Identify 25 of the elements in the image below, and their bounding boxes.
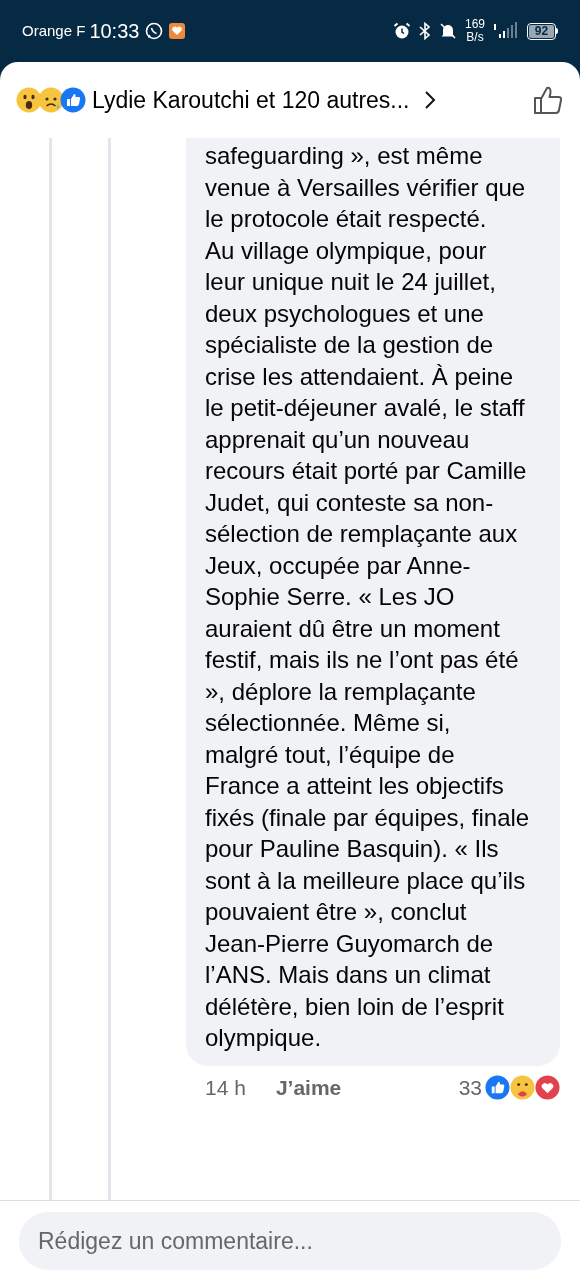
sad-emoji-icon bbox=[38, 87, 64, 113]
network-speed-unit: B/s bbox=[466, 31, 484, 44]
comment-time: 14 h bbox=[205, 1074, 246, 1101]
reaction-count: 33 bbox=[458, 1074, 482, 1101]
comment-paragraph: Au village olympique, pour leur unique nuit le 24 juillet, deux psychologues et une spécialiste de la gestion de crise les attendaient. À peine le petit-déjeuner avalé, le staff apprenait qu’un nouveau recours était porté par Camille Judet, qui conteste sa non-sélection de remplaçante aux Jeux, occupée par Anne-Sophie Serre. « Les JO auraient dû être un moment festif, mais ils ne l’ont pas été », déplore la remplaçante sélectionnée. Même si, malgré tout, l’équipe de France a atteint les objectifs fixés (finale par équipes, finale pour Pauline Basquin). « Ils sont à la meilleure place qu’ils pouvaient être », conclut Jean-Pierre Guyomarch de l’ANS. Mais dans un climat délétère, bien loin de l’esprit olympique. bbox=[205, 235, 530, 1053]
alarm-icon bbox=[392, 22, 411, 40]
chevron-right-icon[interactable] bbox=[423, 90, 436, 110]
bluetooth-icon bbox=[418, 22, 431, 40]
comment-paragraph: safeguarding », est même venue à Versailles vérifier que le protocole était respecté. bbox=[205, 141, 527, 234]
reactions-summary-link[interactable]: Lydie Karoutchi et 120 autres... bbox=[92, 82, 410, 118]
like-button-icon[interactable] bbox=[532, 84, 564, 116]
signal-icon bbox=[493, 22, 519, 40]
carrier-name: Orange F bbox=[22, 20, 86, 41]
like-reaction-icon bbox=[60, 87, 86, 113]
comment-input-field[interactable]: Rédigez un commentaire... bbox=[19, 1212, 561, 1270]
like-reaction-icon bbox=[485, 1074, 510, 1100]
muted-bell-icon bbox=[438, 22, 457, 40]
like-link[interactable]: J’aime bbox=[275, 1071, 342, 1103]
love-reaction-icon bbox=[535, 1074, 560, 1100]
battery-percentage: 92 bbox=[533, 23, 550, 39]
care-emoji-icon bbox=[510, 1074, 535, 1100]
heart-app-icon bbox=[169, 23, 186, 39]
network-speed-value: 169 bbox=[464, 18, 485, 31]
wow-emoji-icon bbox=[16, 87, 42, 113]
clock-time: 10:33 bbox=[89, 19, 140, 44]
